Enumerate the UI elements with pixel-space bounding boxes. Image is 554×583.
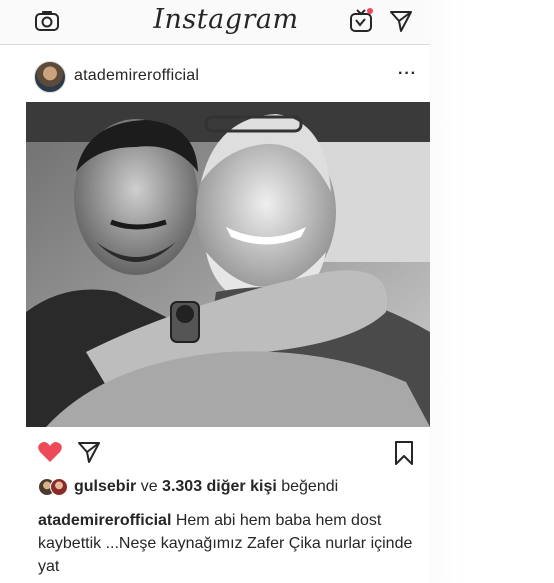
post-caption: atademirerofficial Hem abi hem baba hem … <box>38 509 418 578</box>
post-header: atademirerofficial ··· <box>0 50 430 102</box>
likes-summary: gulsebir ve 3.303 diğer kişi beğendi <box>38 477 438 501</box>
top-navigation-bar: Instagram <box>0 0 430 45</box>
like-heart-icon[interactable] <box>37 440 63 469</box>
likes-suffix: beğendi <box>281 478 339 495</box>
direct-message-icon[interactable] <box>389 9 413 38</box>
notification-dot <box>367 8 373 14</box>
post-photo-image <box>26 102 430 427</box>
caption-username[interactable]: atademirerofficial <box>38 512 171 529</box>
share-icon[interactable] <box>77 440 101 469</box>
post-actions-bar <box>0 430 430 470</box>
post-username[interactable]: atademirerofficial <box>74 67 199 85</box>
bookmark-icon[interactable] <box>393 440 415 471</box>
liker-username[interactable]: gulsebir <box>74 478 136 495</box>
more-options-icon[interactable]: ··· <box>398 65 417 83</box>
post-photo[interactable] <box>26 102 430 427</box>
liker-avatar <box>50 478 68 496</box>
likes-text: gulsebir ve 3.303 diğer kişi beğendi <box>74 478 338 496</box>
instagram-logo: Instagram <box>153 4 299 35</box>
likes-count[interactable]: 3.303 diğer kişi <box>162 478 277 495</box>
likes-connector: ve <box>140 478 158 495</box>
avatar[interactable] <box>34 61 66 93</box>
background-panel <box>430 0 554 583</box>
